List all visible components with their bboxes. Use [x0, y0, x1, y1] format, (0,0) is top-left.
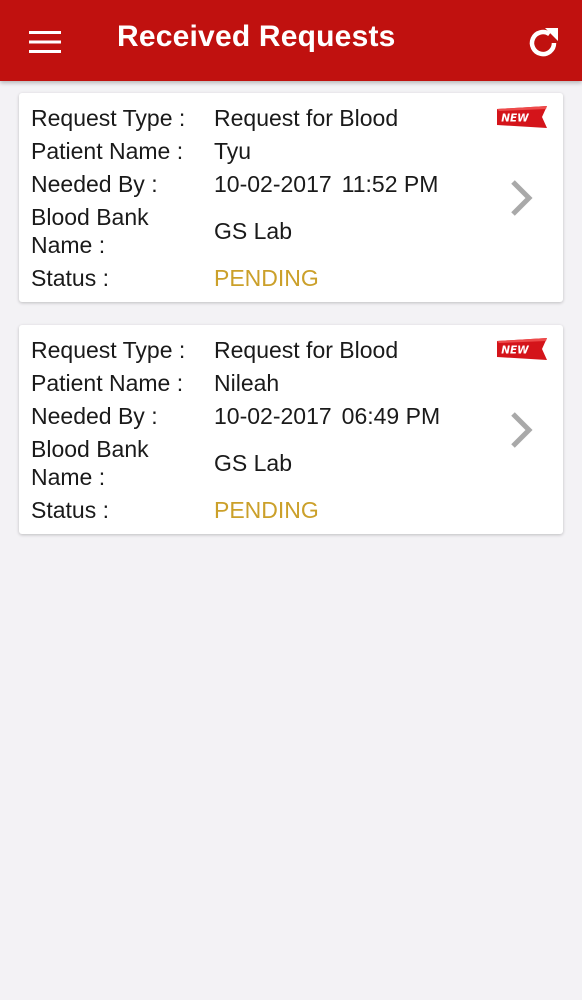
request-card[interactable]: Request Type : Request for Blood Patient… — [19, 93, 563, 302]
needed-by-value: 10-02-2017 06:49 PM — [214, 402, 440, 430]
menu-button[interactable] — [22, 24, 68, 60]
request-type-label: Request Type : — [31, 105, 186, 131]
needed-time: 06:49 PM — [341, 403, 441, 429]
needed-by-value: 10-02-2017 11:52 PM — [214, 170, 438, 198]
chevron-right-icon[interactable] — [507, 177, 537, 219]
request-card[interactable]: Request Type : Request for Blood Patient… — [19, 325, 563, 534]
needed-by-label: Needed By : — [31, 171, 158, 197]
status-badge: PENDING — [214, 265, 319, 291]
hamburger-menu-icon — [29, 31, 61, 53]
blood-bank-value: GS Lab — [214, 450, 292, 476]
status-label: Status : — [31, 265, 109, 291]
patient-name-value: Nileah — [214, 370, 280, 396]
page-title: Received Requests — [117, 20, 396, 53]
blood-bank-label-line2: Name : — [31, 464, 106, 490]
request-list: Request Type : Request for Blood Patient… — [19, 93, 563, 557]
needed-time: 11:52 PM — [341, 171, 439, 197]
status-label: Status : — [31, 497, 109, 523]
new-badge-text: NEW — [501, 345, 529, 357]
blood-bank-label-line1: Blood Bank — [31, 436, 149, 462]
needed-by-label: Needed By : — [31, 403, 158, 429]
blood-bank-label-line1: Blood Bank — [31, 204, 149, 230]
patient-name-label: Patient Name : — [31, 138, 184, 164]
new-badge-icon: NEW — [497, 106, 547, 128]
blood-bank-label-line2: Name : — [31, 232, 106, 258]
blood-bank-row: Blood Bank Name : GS Lab — [31, 435, 491, 491]
patient-name-label: Patient Name : — [31, 370, 184, 396]
new-badge-text: NEW — [501, 113, 529, 125]
status-badge: PENDING — [214, 497, 319, 523]
new-badge-icon: NEW — [497, 338, 547, 360]
chevron-right-icon[interactable] — [507, 409, 537, 451]
patient-name-value: Tyu — [214, 138, 252, 164]
needed-date: 10-02-2017 — [214, 403, 332, 429]
request-type-label: Request Type : — [31, 337, 186, 363]
request-type-value: Request for Blood — [214, 337, 399, 363]
refresh-button[interactable] — [520, 20, 566, 66]
app-bar: Received Requests — [0, 0, 582, 81]
blood-bank-row: Blood Bank Name : GS Lab — [31, 203, 491, 259]
blood-bank-value: GS Lab — [214, 218, 292, 244]
refresh-icon — [529, 28, 558, 57]
request-type-value: Request for Blood — [214, 105, 399, 131]
needed-date: 10-02-2017 — [214, 171, 332, 197]
